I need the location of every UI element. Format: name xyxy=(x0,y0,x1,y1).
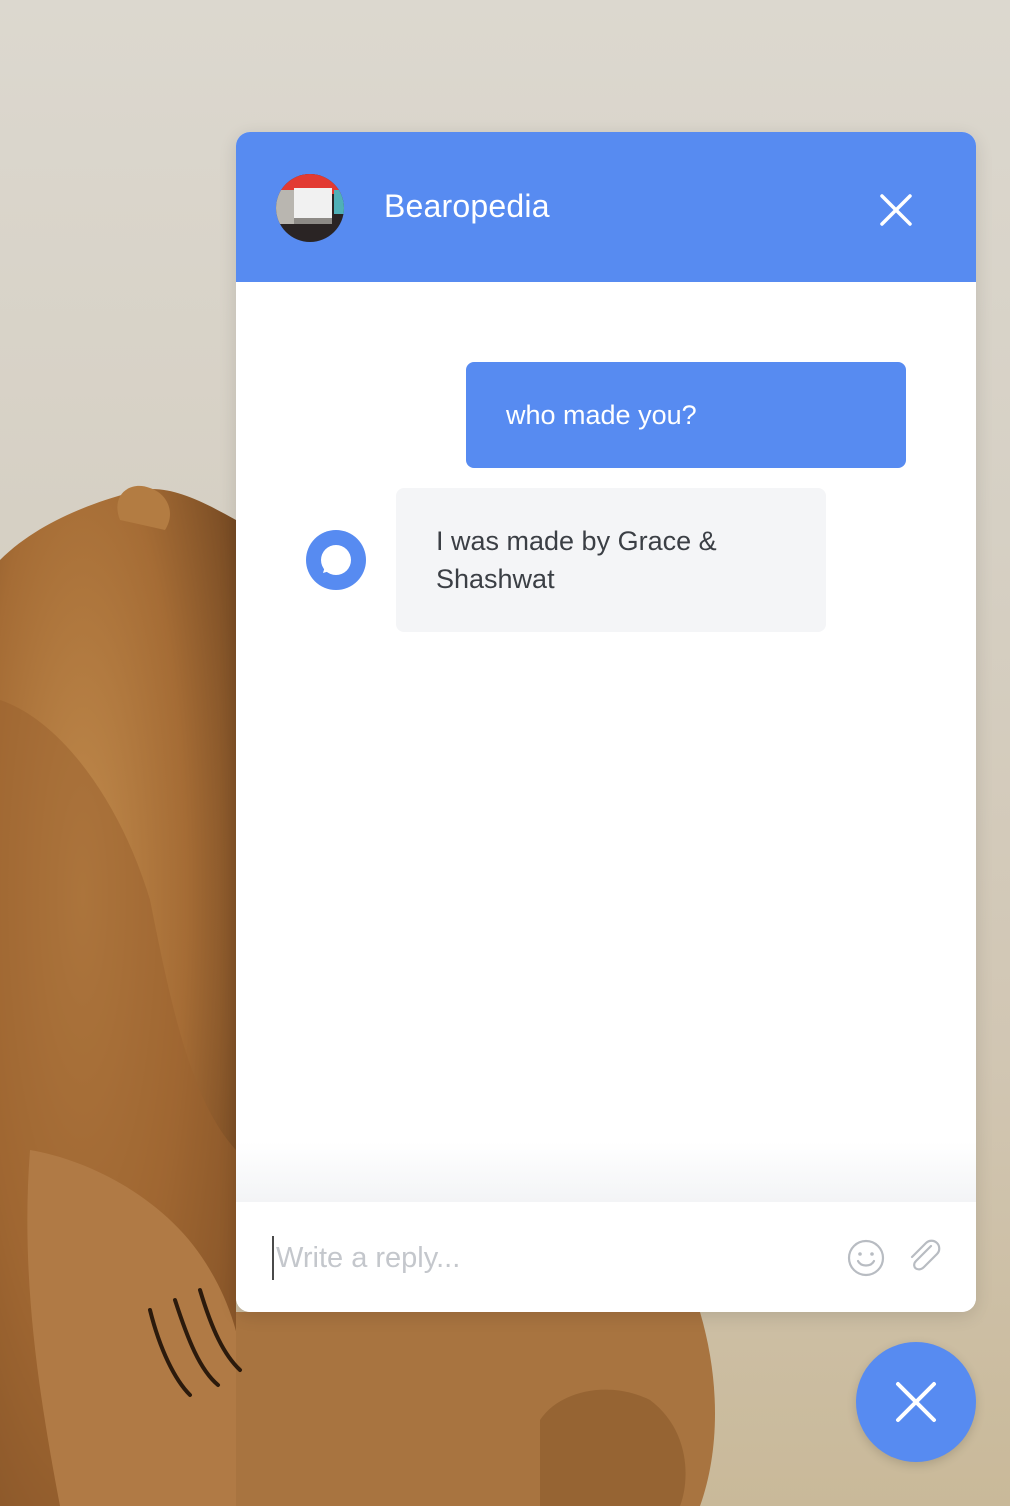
chat-bubble-icon xyxy=(321,545,351,575)
smiley-icon xyxy=(847,1239,885,1277)
reply-input[interactable] xyxy=(272,1236,832,1280)
composer-fade xyxy=(236,1142,976,1202)
bot-logo-avatar xyxy=(276,174,344,242)
emoji-button[interactable] xyxy=(846,1238,886,1278)
chat-header: Bearopedia xyxy=(236,132,976,282)
chat-title: Bearopedia xyxy=(384,188,550,224)
close-icon xyxy=(896,1382,936,1422)
close-icon xyxy=(880,194,912,226)
header-close-button[interactable] xyxy=(874,188,918,232)
bot-message-bubble: I was made by Grace & Shashwat xyxy=(396,488,826,632)
attach-button[interactable] xyxy=(904,1236,944,1276)
chat-window: Bearopedia who made you? I was made by G… xyxy=(236,132,976,1312)
launcher-close-button[interactable] xyxy=(856,1342,976,1462)
user-message-bubble: who made you? xyxy=(466,362,906,468)
paperclip-icon xyxy=(910,1239,941,1271)
composer xyxy=(236,1202,976,1312)
bot-avatar xyxy=(306,530,366,590)
message-list: who made you? I was made by Grace & Shas… xyxy=(236,282,976,1202)
